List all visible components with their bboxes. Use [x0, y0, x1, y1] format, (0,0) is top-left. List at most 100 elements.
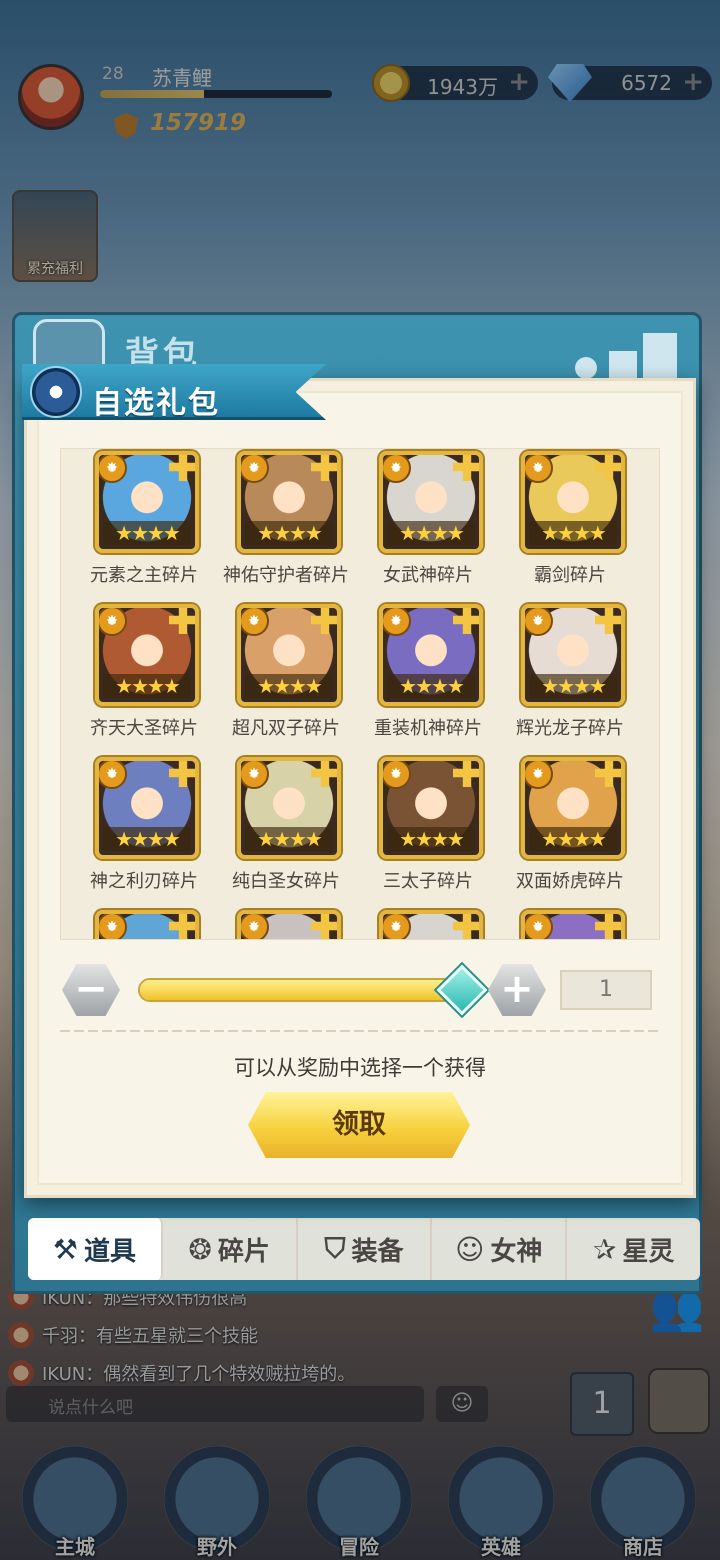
slider-handle[interactable] — [436, 964, 488, 1016]
claim-button[interactable]: 领取 — [248, 1092, 470, 1158]
tab-equipment[interactable]: ⛉ 装备 — [298, 1218, 433, 1280]
reward-name: 齐天大圣碎片 — [90, 718, 198, 739]
reward-item[interactable]: ✸ ★★★★ 元素之主碎片 — [73, 449, 215, 602]
reward-item[interactable]: ✸ ★★★★ 超凡双子碎片 — [215, 602, 357, 755]
hero-fragment-card: ✸ — [379, 910, 483, 939]
tab-label: 女神 — [490, 1236, 543, 1267]
hero-fragment-card: ✸ — [95, 910, 199, 939]
reward-name: 纯白圣女碎片 — [232, 871, 340, 892]
tab-label: 星灵 — [622, 1236, 675, 1267]
star-rating: ★★★★ — [245, 827, 333, 851]
reward-item[interactable]: ✸ — [73, 908, 215, 939]
star-rating: ★★★★ — [529, 827, 617, 851]
reward-item[interactable]: ✸ ★★★★ 纯白圣女碎片 — [215, 755, 357, 908]
rarity-badge-icon: ✸ — [99, 914, 127, 939]
star-rating: ★★★★ — [529, 521, 617, 545]
reward-name: 重装机神碎片 — [374, 718, 482, 739]
reward-name: 元素之主碎片 — [90, 565, 198, 586]
divider — [60, 1030, 660, 1032]
rarity-badge-icon: ✸ — [525, 914, 553, 939]
gift-sword-icon — [30, 366, 82, 418]
star-rating: ★★★★ — [245, 674, 333, 698]
decrease-button[interactable]: − — [62, 964, 120, 1016]
hero-fragment-card: ✸ ★★★★ — [237, 757, 341, 859]
reward-item[interactable]: ✸ ★★★★ 双面娇虎碎片 — [499, 755, 641, 908]
reward-name: 三太子碎片 — [383, 871, 473, 892]
hero-fragment-card: ✸ ★★★★ — [95, 604, 199, 706]
quantity-slider[interactable] — [138, 978, 484, 1002]
quantity-selector: − + 1 — [60, 962, 660, 1020]
reward-grid: ✸ ★★★★ 元素之主碎片 ✸ ★★★★ 神佑守护者碎片 ✸ ★★★★ 女武神碎片 ✸ ★★★★ 霸剑… — [61, 449, 659, 939]
tab-goddess[interactable]: ☺ 女神 — [432, 1218, 568, 1280]
reward-item[interactable]: ✸ ★★★★ 三太子碎片 — [357, 755, 499, 908]
reward-item[interactable]: ✸ ★★★★ 齐天大圣碎片 — [73, 602, 215, 755]
backpack-tabs: ⚒ 道具 ❂ 碎片 ⛉ 装备 ☺ 女神 ✰ 星灵 — [28, 1218, 700, 1280]
rarity-badge-icon: ✸ — [99, 455, 127, 483]
reward-name: 霸剑碎片 — [534, 565, 606, 586]
star-rating: ★★★★ — [387, 827, 475, 851]
reward-name: 神佑守护者碎片 — [223, 565, 349, 586]
dialog-title: 自选礼包 — [92, 386, 220, 421]
tab-fragments[interactable]: ❂ 碎片 — [163, 1218, 298, 1280]
rarity-badge-icon: ✸ — [383, 455, 411, 483]
item-icon: ⚒ — [52, 1232, 78, 1266]
rarity-badge-icon: ✸ — [383, 914, 411, 939]
hero-fragment-card: ✸ ★★★★ — [95, 451, 199, 553]
reward-list[interactable]: ✸ ★★★★ 元素之主碎片 ✸ ★★★★ 神佑守护者碎片 ✸ ★★★★ 女武神碎片 ✸ ★★★★ 霸剑… — [60, 448, 660, 940]
rarity-badge-icon: ✸ — [525, 455, 553, 483]
reward-name: 双面娇虎碎片 — [516, 871, 624, 892]
equipment-icon: ⛉ — [324, 1232, 346, 1265]
tab-label: 道具 — [83, 1236, 136, 1267]
reward-name: 神之利刃碎片 — [90, 871, 198, 892]
rarity-badge-icon: ✸ — [241, 761, 269, 789]
hero-fragment-card: ✸ ★★★★ — [237, 451, 341, 553]
star-rating: ★★★★ — [387, 674, 475, 698]
reward-item[interactable]: ✸ ★★★★ 神佑守护者碎片 — [215, 449, 357, 602]
rarity-badge-icon: ✸ — [241, 914, 269, 939]
hero-fragment-card: ✸ ★★★★ — [521, 604, 625, 706]
reward-item[interactable]: ✸ ★★★★ 辉光龙子碎片 — [499, 602, 641, 755]
reward-item[interactable]: ✸ — [357, 908, 499, 939]
reward-name: 辉光龙子碎片 — [516, 718, 624, 739]
reward-item[interactable]: ✸ ★★★★ 神之利刃碎片 — [73, 755, 215, 908]
decor-icon — [565, 323, 685, 379]
reward-item[interactable]: ✸ — [215, 908, 357, 939]
hero-fragment-card: ✸ ★★★★ — [379, 757, 483, 859]
tab-items[interactable]: ⚒ 道具 — [28, 1218, 163, 1280]
reward-name: 超凡双子碎片 — [232, 718, 340, 739]
tab-star-spirit[interactable]: ✰ 星灵 — [567, 1218, 700, 1280]
reward-item[interactable]: ✸ ★★★★ 女武神碎片 — [357, 449, 499, 602]
star-rating: ★★★★ — [529, 674, 617, 698]
hero-fragment-card: ✸ ★★★★ — [95, 757, 199, 859]
star-rating: ★★★★ — [245, 521, 333, 545]
selection-hint: 可以从奖励中选择一个获得 — [234, 1056, 486, 1080]
reward-name: 女武神碎片 — [383, 565, 473, 586]
star-rating: ★★★★ — [103, 827, 191, 851]
reward-item[interactable]: ✸ ★★★★ 重装机神碎片 — [357, 602, 499, 755]
tab-label: 碎片 — [217, 1236, 270, 1267]
hero-fragment-card: ✸ ★★★★ — [521, 757, 625, 859]
rarity-badge-icon: ✸ — [383, 761, 411, 789]
rarity-badge-icon: ✸ — [99, 608, 127, 636]
rarity-badge-icon: ✸ — [525, 761, 553, 789]
hero-fragment-card: ✸ ★★★★ — [379, 604, 483, 706]
hero-fragment-card: ✸ ★★★★ — [521, 451, 625, 553]
rarity-badge-icon: ✸ — [525, 608, 553, 636]
reward-item[interactable]: ✸ — [499, 908, 641, 939]
star-rating: ★★★★ — [103, 521, 191, 545]
fragment-icon: ❂ — [188, 1232, 212, 1266]
goddess-icon: ☺ — [455, 1232, 485, 1266]
slider-fill — [140, 980, 482, 1000]
tab-label: 装备 — [351, 1236, 404, 1267]
hero-fragment-card: ✸ — [521, 910, 625, 939]
reward-item[interactable]: ✸ ★★★★ 霸剑碎片 — [499, 449, 641, 602]
star-rating: ★★★★ — [387, 521, 475, 545]
quantity-field[interactable]: 1 — [560, 970, 652, 1010]
rarity-badge-icon: ✸ — [241, 455, 269, 483]
rarity-badge-icon: ✸ — [241, 608, 269, 636]
increase-button[interactable]: + — [488, 964, 546, 1016]
hero-fragment-card: ✸ ★★★★ — [237, 604, 341, 706]
hero-fragment-card: ✸ ★★★★ — [379, 451, 483, 553]
star-spirit-icon: ✰ — [592, 1232, 617, 1266]
rarity-badge-icon: ✸ — [383, 608, 411, 636]
